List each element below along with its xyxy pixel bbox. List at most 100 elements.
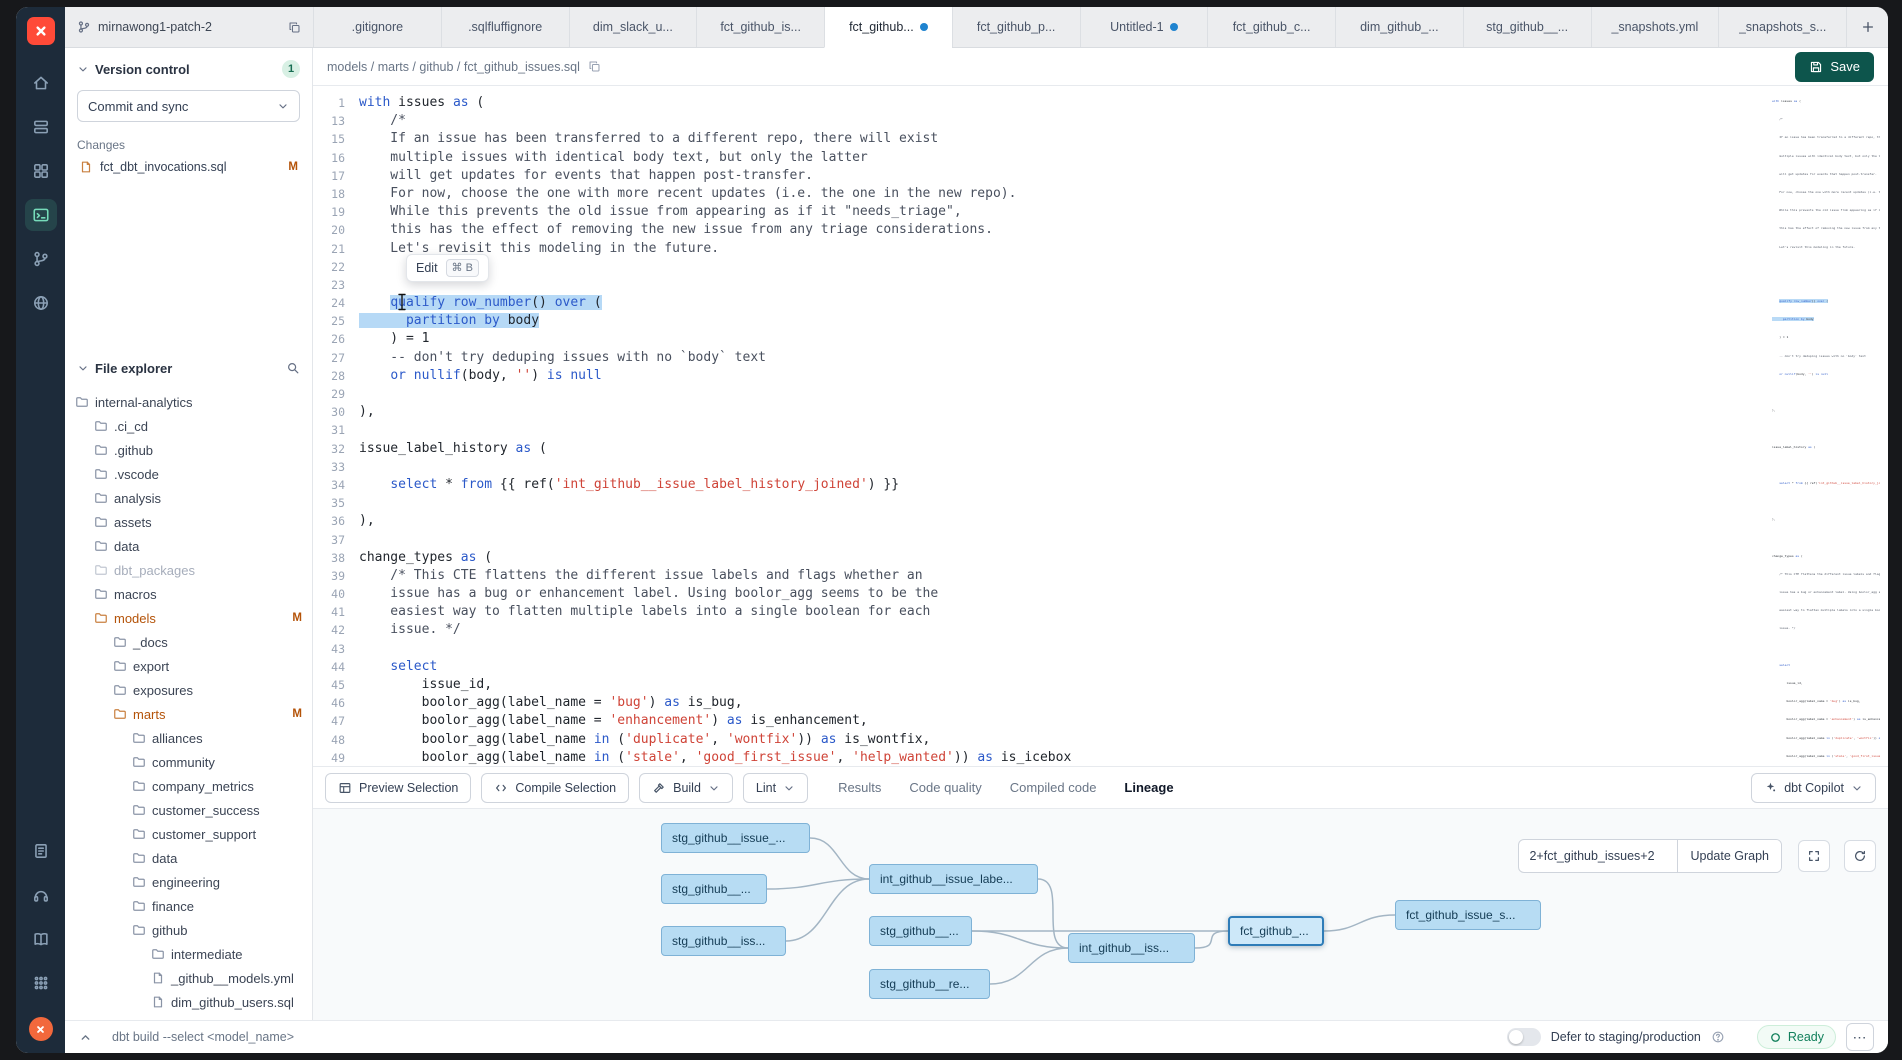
tree-item-alliances[interactable]: alliances bbox=[73, 726, 306, 750]
lint-button[interactable]: Lint bbox=[743, 773, 808, 803]
tab-Untitled-1[interactable]: Untitled-1 bbox=[1080, 7, 1208, 47]
dbt-logo[interactable] bbox=[27, 17, 55, 45]
edit-tooltip[interactable]: Edit ⌘ B bbox=[406, 254, 489, 282]
top-strip: mirnawong1-patch-2 .gitignore .sqlfluffig… bbox=[65, 7, 1888, 48]
copy-path-icon[interactable] bbox=[588, 60, 601, 73]
code-editor[interactable]: 1with issues as (13 /*15 If an issue has… bbox=[313, 86, 1888, 766]
refresh-icon[interactable] bbox=[1844, 840, 1876, 872]
command-preview[interactable]: dbt build --select <model_name> bbox=[112, 1030, 294, 1044]
tree-item-exposures[interactable]: exposures bbox=[73, 678, 306, 702]
tree-item-dbt-packages[interactable]: dbt_packages bbox=[73, 558, 306, 582]
more-options-button[interactable]: ⋯ bbox=[1846, 1023, 1874, 1051]
panel-tab-results[interactable]: Results bbox=[838, 767, 881, 808]
tree-item-macros[interactable]: macros bbox=[73, 582, 306, 606]
selector-input[interactable] bbox=[1519, 840, 1677, 872]
headset-icon[interactable] bbox=[25, 879, 57, 911]
tree-item-data[interactable]: data bbox=[73, 846, 306, 870]
lineage-node[interactable]: int_github__issue_labe... bbox=[869, 864, 1038, 894]
notebook-icon[interactable] bbox=[25, 835, 57, 867]
tree-item-export[interactable]: export bbox=[73, 654, 306, 678]
help-icon[interactable] bbox=[1711, 1030, 1725, 1044]
tree-item-github[interactable]: github bbox=[73, 918, 306, 942]
lineage-node[interactable]: stg_github__iss... bbox=[661, 926, 786, 956]
stack-icon[interactable] bbox=[25, 111, 57, 143]
version-control-header[interactable]: Version control 1 bbox=[77, 60, 300, 78]
tree-item-vscode[interactable]: .vscode bbox=[73, 462, 306, 486]
tree-item-customer-success[interactable]: customer_success bbox=[73, 798, 306, 822]
panel-tab-code-quality[interactable]: Code quality bbox=[909, 767, 981, 808]
defer-toggle[interactable] bbox=[1507, 1028, 1541, 1046]
changed-file[interactable]: fct_dbt_invocations.sqlM bbox=[77, 152, 300, 182]
commit-and-sync-button[interactable]: Commit and sync bbox=[77, 90, 300, 122]
tab-dim-github[interactable]: dim_github_... bbox=[1335, 7, 1463, 47]
branch-icon[interactable] bbox=[25, 243, 57, 275]
preview-selection-button[interactable]: Preview Selection bbox=[325, 773, 471, 803]
tree-item-ci-cd[interactable]: .ci_cd bbox=[73, 414, 306, 438]
tree-item-customer-support[interactable]: customer_support bbox=[73, 822, 306, 846]
search-icon[interactable] bbox=[286, 361, 300, 375]
dbt-copilot-button[interactable]: dbt Copilot bbox=[1751, 773, 1876, 803]
new-tab-button[interactable] bbox=[1846, 7, 1888, 47]
tab-sqlfluffignore[interactable]: .sqlfluffignore bbox=[441, 7, 569, 47]
tab-gitignore[interactable]: .gitignore bbox=[313, 7, 441, 47]
code-line: select * from {{ ref('int_github__issue_… bbox=[359, 476, 899, 494]
tree-item-community[interactable]: community bbox=[73, 750, 306, 774]
lineage-node[interactable]: fct_github_... bbox=[1228, 916, 1324, 946]
tree-item-docs[interactable]: _docs bbox=[73, 630, 306, 654]
grid-icon[interactable] bbox=[25, 155, 57, 187]
code-line: select bbox=[359, 658, 437, 676]
tree-item-analysis[interactable]: analysis bbox=[73, 486, 306, 510]
tree-item-marts[interactable]: martsM bbox=[73, 702, 306, 726]
tree-item-models[interactable]: modelsM bbox=[73, 606, 306, 630]
tab-dim-slack-u[interactable]: dim_slack_u... bbox=[569, 7, 697, 47]
tree-item-dim-github-users-sql[interactable]: dim_github_users.sql bbox=[73, 990, 306, 1014]
apps-icon[interactable] bbox=[25, 967, 57, 999]
save-button[interactable]: Save bbox=[1795, 52, 1874, 82]
tab-snapshots-s[interactable]: _snapshots_s... bbox=[1718, 7, 1846, 47]
branch-widget[interactable]: mirnawong1-patch-2 bbox=[65, 7, 313, 47]
tree-item-finance[interactable]: finance bbox=[73, 894, 306, 918]
panel-tab-lineage[interactable]: Lineage bbox=[1124, 767, 1173, 808]
line-number: 31 bbox=[313, 421, 359, 439]
tree-item-github[interactable]: .github bbox=[73, 438, 306, 462]
lineage-node[interactable]: int_github__iss... bbox=[1068, 933, 1195, 963]
tab-snapshots-yml[interactable]: _snapshots.yml bbox=[1591, 7, 1719, 47]
expand-command-bar-icon[interactable] bbox=[79, 1031, 92, 1044]
tree-item-github-models-yml[interactable]: _github__models.yml bbox=[73, 966, 306, 990]
copy-branch-icon[interactable] bbox=[288, 21, 301, 34]
file-explorer-title: File explorer bbox=[95, 361, 172, 376]
lineage-canvas[interactable]: stg_github__issue_... stg_github__... stg_… bbox=[313, 808, 1888, 1020]
fullscreen-icon[interactable] bbox=[1798, 840, 1830, 872]
tab-fct-github-c[interactable]: fct_github_c... bbox=[1207, 7, 1335, 47]
update-graph-button[interactable]: Update Graph bbox=[1677, 840, 1781, 872]
lineage-node[interactable]: stg_github__re... bbox=[869, 969, 990, 999]
folder-icon bbox=[113, 683, 127, 697]
file-explorer-header[interactable]: File explorer bbox=[65, 348, 312, 388]
tab-label: .gitignore bbox=[352, 20, 403, 34]
lineage-node[interactable]: fct_github_issue_s... bbox=[1395, 900, 1541, 930]
home-icon[interactable] bbox=[25, 67, 57, 99]
dbt-logo-bottom-icon[interactable] bbox=[29, 1017, 53, 1041]
ready-ring-icon bbox=[1769, 1031, 1782, 1044]
tree-item-internal-analytics[interactable]: internal-analytics bbox=[73, 390, 306, 414]
tab-fct-github-is[interactable]: fct_github_is... bbox=[696, 7, 824, 47]
compile-selection-button[interactable]: Compile Selection bbox=[481, 773, 629, 803]
panel-tab-compiled-code[interactable]: Compiled code bbox=[1010, 767, 1097, 808]
tree-item-data[interactable]: data bbox=[73, 534, 306, 558]
tab-fct-github[interactable]: fct_github... bbox=[824, 7, 952, 48]
lineage-node[interactable]: stg_github__... bbox=[661, 874, 767, 904]
globe-icon[interactable] bbox=[25, 287, 57, 319]
tab-stg-github[interactable]: stg_github__... bbox=[1463, 7, 1591, 47]
tree-item-assets[interactable]: assets bbox=[73, 510, 306, 534]
lineage-node[interactable]: stg_github__... bbox=[869, 916, 972, 946]
tree-item-company-metrics[interactable]: company_metrics bbox=[73, 774, 306, 798]
tree-item-engineering[interactable]: engineering bbox=[73, 870, 306, 894]
code-line: qualify row_number() over ( bbox=[359, 294, 602, 312]
tree-item-intermediate[interactable]: intermediate bbox=[73, 942, 306, 966]
status-badge[interactable]: Ready bbox=[1757, 1025, 1836, 1049]
lineage-node[interactable]: stg_github__issue_... bbox=[661, 823, 810, 853]
build-button[interactable]: Build bbox=[639, 773, 733, 803]
tab-fct-github-p[interactable]: fct_github_p... bbox=[952, 7, 1080, 47]
ide-icon[interactable] bbox=[25, 199, 57, 231]
book-icon[interactable] bbox=[25, 923, 57, 955]
